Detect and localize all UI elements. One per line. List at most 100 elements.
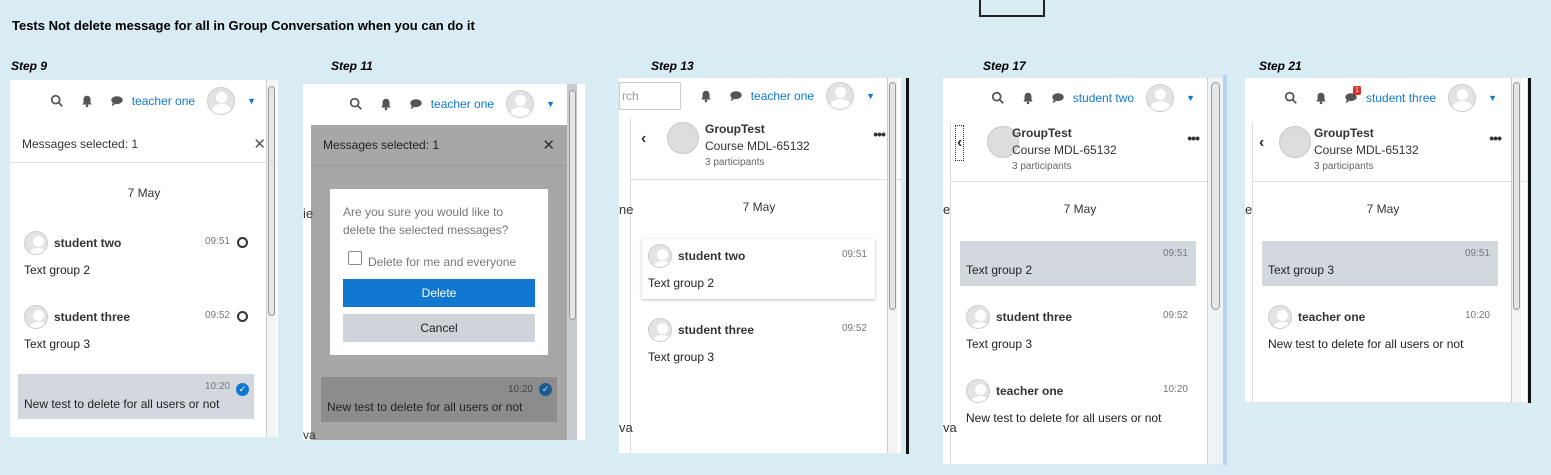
group-course: Course MDL-65132	[705, 139, 810, 153]
message-time: 10:20	[1162, 384, 1188, 395]
step-label: Step 17	[983, 59, 1026, 73]
messages-selected-text: Messages selected: 1	[22, 136, 139, 151]
bell-icon[interactable]	[78, 92, 96, 110]
conversation-header: ‹ GroupTest Course MDL-65132 3 participa…	[1253, 122, 1527, 182]
date-label: 7 May	[1063, 202, 1097, 216]
navbar: rch teacher one ▼	[619, 78, 901, 114]
back-icon[interactable]: ‹	[641, 130, 646, 148]
avatar[interactable]	[506, 90, 535, 118]
search-icon[interactable]	[347, 95, 365, 113]
user-menu-name[interactable]: student three	[1366, 91, 1436, 105]
caret-down-icon[interactable]: ▼	[546, 99, 555, 109]
message-item[interactable]: teacher one 10:20 New test to delete for…	[1262, 300, 1498, 360]
window-edge	[1528, 78, 1531, 403]
message-sender: student three	[996, 310, 1073, 324]
message-text: Text group 2	[24, 263, 91, 277]
back-icon[interactable]: ‹	[1259, 134, 1264, 152]
own-message-selected[interactable]: 10:20 ✓ New test to delete for all users…	[18, 374, 254, 419]
chat-icon[interactable]: 1	[1342, 86, 1362, 107]
message-sender: teacher one	[996, 384, 1064, 398]
page-title: Tests Not delete message for all in Grou…	[12, 18, 475, 33]
own-message[interactable]: 09:51 Text group 2	[960, 241, 1196, 286]
step-label: Step 9	[11, 59, 48, 73]
message-text: Text group 3	[24, 337, 91, 351]
caret-down-icon[interactable]: ▼	[866, 91, 875, 101]
message-sender: student three	[54, 310, 131, 324]
window-edge	[1223, 75, 1227, 465]
navbar: 1 student three ▼	[1245, 78, 1527, 118]
delete-button[interactable]: Delete	[343, 279, 535, 307]
search-input[interactable]: rch	[619, 82, 681, 110]
own-message-selected[interactable]: 10:20 ✓ New test to delete for all users…	[321, 377, 557, 422]
avatar[interactable]	[826, 82, 855, 110]
scrollbar[interactable]	[1207, 78, 1223, 464]
user-menu-name[interactable]: teacher one	[431, 97, 494, 111]
selection-bar: Messages selected: 1 ✕	[10, 125, 278, 163]
unselected-circle-icon[interactable]	[237, 311, 248, 322]
step-label: Step 13	[651, 59, 694, 73]
more-icon[interactable]: •••	[873, 126, 886, 142]
bell-icon[interactable]	[1312, 89, 1330, 107]
delete-for-everyone-checkbox[interactable]	[348, 251, 362, 265]
group-name: GroupTest	[705, 122, 765, 136]
check-icon[interactable]: ✓	[539, 383, 552, 396]
message-item[interactable]: student two 09:51 Text group 2	[18, 226, 254, 286]
more-icon[interactable]: •••	[1187, 130, 1200, 146]
bell-icon[interactable]	[697, 87, 715, 105]
caret-down-icon[interactable]: ▼	[1488, 93, 1497, 103]
user-menu-name[interactable]: student two	[1073, 91, 1134, 105]
message-item[interactable]: student three 09:52 Text group 3	[18, 300, 254, 360]
close-icon[interactable]: ✕	[253, 135, 266, 153]
check-icon[interactable]: ✓	[236, 383, 249, 396]
unselected-circle-icon[interactable]	[237, 237, 248, 248]
caret-down-icon[interactable]: ▼	[1186, 93, 1195, 103]
own-message[interactable]: 09:51 Text group 3	[1262, 241, 1498, 286]
message-item[interactable]: student three 09:52 Text group 3	[642, 313, 875, 373]
message-text: Text group 3	[1268, 263, 1335, 277]
scrollbar[interactable]	[567, 84, 577, 440]
user-menu-name[interactable]: teacher one	[751, 89, 814, 103]
scrollbar[interactable]	[1511, 78, 1521, 402]
search-icon[interactable]	[1282, 89, 1300, 107]
more-icon[interactable]: •••	[1489, 130, 1502, 146]
message-item[interactable]: teacher one 10:20 New test to delete for…	[960, 374, 1196, 434]
message-time: 09:52	[204, 310, 230, 321]
message-time: 10:20	[507, 384, 533, 395]
chat-icon[interactable]	[407, 95, 425, 113]
user-menu-name[interactable]: teacher one	[132, 94, 195, 108]
message-item[interactable]: student two 09:51 Text group 2	[642, 239, 875, 299]
message-text: New test to delete for all users or not	[24, 397, 220, 411]
notification-badge: 1	[1353, 86, 1362, 95]
dialog-question: Are you sure you would like to delete th…	[343, 205, 509, 237]
back-icon[interactable]: ‹	[955, 125, 965, 161]
message-text: Text group 2	[966, 263, 1033, 277]
group-course: Course MDL-65132	[1012, 143, 1117, 157]
bell-icon[interactable]	[377, 95, 395, 113]
bell-icon[interactable]	[1019, 89, 1037, 107]
scrollbar[interactable]	[887, 78, 897, 453]
chat-icon[interactable]	[1049, 89, 1067, 107]
chat-icon[interactable]	[727, 87, 745, 105]
search-icon[interactable]	[989, 89, 1007, 107]
step-label: Step 11	[331, 59, 373, 73]
message-item[interactable]: student three 09:52 Text group 3	[960, 300, 1196, 360]
avatar[interactable]	[1146, 84, 1175, 112]
avatar[interactable]	[1448, 84, 1477, 112]
screenshot-step-13: rch teacher one ▼ ne va ‹ GroupTest Cour…	[619, 78, 901, 453]
avatar[interactable]	[207, 87, 236, 115]
message-sender: teacher one	[1298, 310, 1366, 324]
group-avatar	[667, 122, 699, 154]
chat-icon[interactable]	[108, 92, 126, 110]
cancel-button[interactable]: Cancel	[343, 314, 535, 342]
date-label: 7 May	[1366, 202, 1400, 216]
search-icon[interactable]	[48, 92, 66, 110]
message-time: 09:52	[841, 323, 867, 334]
date-label: 7 May	[742, 200, 776, 214]
caret-down-icon[interactable]: ▼	[247, 96, 256, 106]
group-course: Course MDL-65132	[1314, 143, 1419, 157]
conversation-header: ‹ GroupTest Course MDL-65132 3 participa…	[951, 122, 1223, 182]
scrollbar[interactable]	[266, 80, 276, 437]
close-icon[interactable]: ✕	[542, 136, 555, 154]
navbar: student two ▼	[943, 78, 1223, 118]
screenshot-step-9: teacher one ▼ Messages selected: 1 ✕ 7 M…	[10, 80, 278, 437]
